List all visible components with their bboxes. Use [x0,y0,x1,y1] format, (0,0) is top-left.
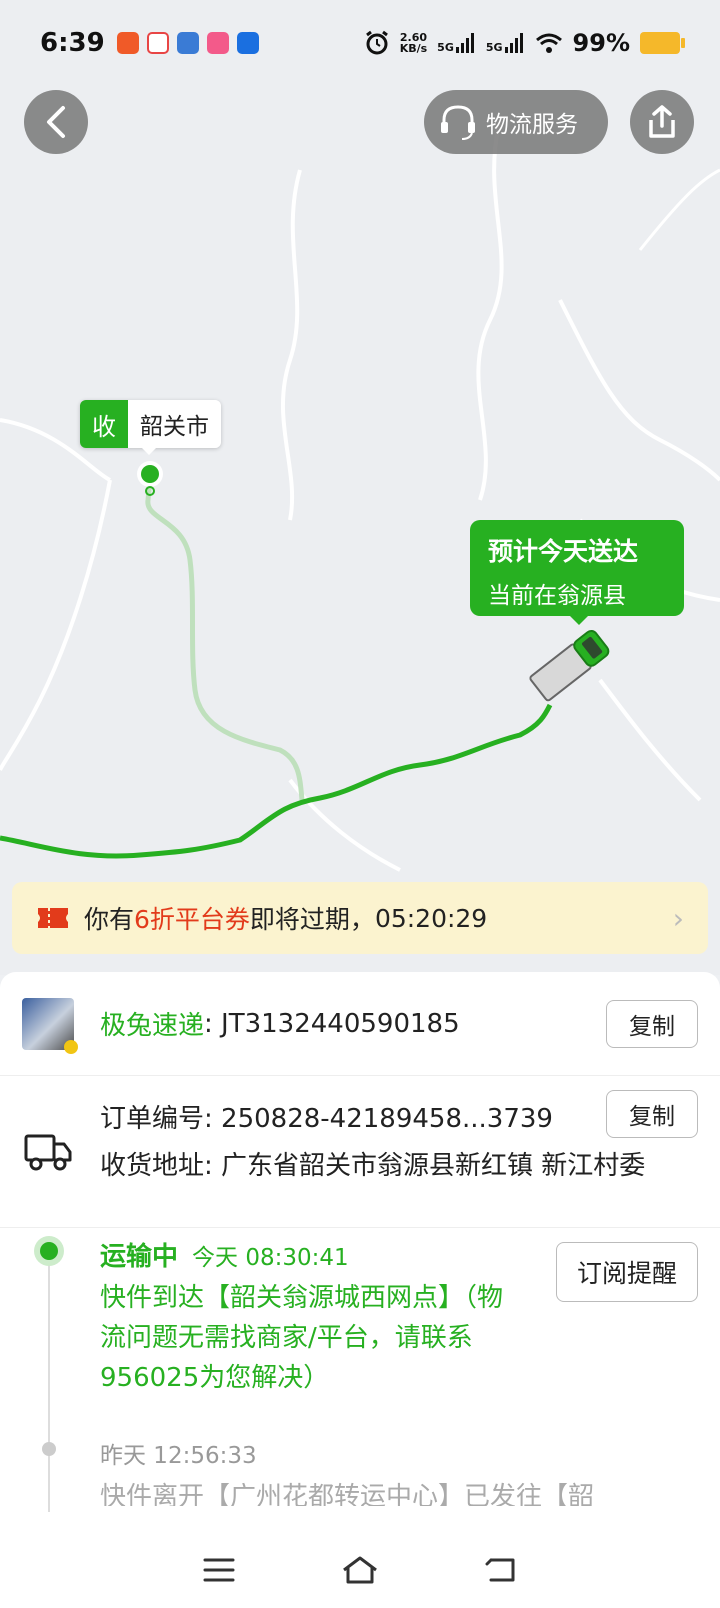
logistics-service-label: 物流服务 [486,112,578,138]
address-value: 广东省韶关市翁源县新红镇 新江村委 [221,1151,646,1181]
order-number-line: 订单编号: 250828-42189458...3739 [100,1098,553,1135]
timeline-line [48,1252,50,1512]
event-2-description: 快件离开【广州花都转运中心】已发往【韶 [100,1482,595,1506]
event-1-header: 运输中 今天 08:30:41 [100,1236,349,1273]
ticket-icon [38,908,68,928]
share-button[interactable] [630,90,694,154]
net-speed-unit: KB/s [399,42,428,55]
wifi-icon [535,33,562,53]
carrier-name: 极兔速递 [100,1011,205,1041]
order-info-row: 订单编号: 250828-42189458...3739 复制 收货地址: 广东… [0,1076,720,1228]
coupon-prefix: 你有 [84,905,135,934]
event-1-description: 快件到达【韶关翁源城西网点】（物流问题无需找商家/平台，请联系956025为您解… [100,1283,504,1393]
net-speed: 2.60 KB/s [400,32,427,54]
order-label: 订单编号: [100,1104,222,1134]
copy-tracking-button[interactable]: 复制 [606,1000,698,1048]
back-icon[interactable] [485,1556,517,1584]
event-2-time: 昨天 12:56:33 [100,1443,257,1469]
app-notification-icon [206,32,229,54]
alarm-icon [365,30,388,55]
past-route [145,479,305,801]
battery-icon [640,32,685,54]
status-bar: 6:39 2.60 KB/s 5G 5G 99% [0,0,720,86]
coupon-suffix: 即将过期， [249,905,375,934]
signal-1: 5G [437,33,476,53]
headset-icon [441,105,475,140]
receiver-city: 韶关市 [128,400,221,448]
menu-icon[interactable] [203,1557,235,1583]
coupon-highlight: 6折平台券 [134,905,250,934]
address-line: 收货地址: 广东省韶关市翁源县新红镇 新江村委 [100,1148,700,1184]
truck-icon [24,1134,72,1171]
system-nav-bar [0,1532,720,1608]
signal-bars-icon [504,33,523,53]
receiver-pointer [140,446,158,455]
signal-2: 5G [486,33,525,53]
copy-order-button[interactable]: 复制 [606,1090,698,1138]
address-label: 收货地址: [100,1151,222,1181]
subscribe-reminder-button[interactable]: 订阅提醒 [556,1242,698,1302]
logistics-service-button[interactable]: 物流服务 [424,90,608,154]
timeline-dot-current [34,1236,64,1266]
chevron-left-icon [47,106,65,138]
product-thumbnail[interactable] [22,997,78,1054]
network-type-2: 5G [485,41,503,54]
tracking-number: : JT3132440590185 [204,1008,460,1039]
status-time: 6:39 [40,28,105,58]
event-1-status: 运输中 [100,1242,179,1272]
battery-percent: 99% [572,29,630,57]
chevron-right-icon: › [672,901,684,935]
app-notification-icon [116,32,139,54]
share-icon [649,105,675,138]
carrier-row: 极兔速递 : JT3132440590185 复制 [0,972,720,1076]
receiver-tag: 收 [80,400,128,448]
app-notification-icon [236,32,259,54]
eta-bubble: 预计今天送达 当前在翁源县 [470,520,684,616]
shipment-card: 极兔速递 : JT3132440590185 复制 订单编号: 250828-4… [0,972,720,1532]
receiver-pin-icon [137,461,163,496]
network-type-1: 5G [437,41,454,54]
truck-marker-icon [529,629,610,702]
home-icon[interactable] [341,1555,379,1585]
active-route [0,703,553,859]
receiver-label: 收 韶关市 [80,400,221,448]
coupon-countdown: 05:20:29 [374,903,488,933]
order-number: 250828-42189458...3739 [221,1104,553,1134]
event-1-time: 今天 08:30:41 [192,1245,349,1271]
timeline-dot [42,1442,56,1456]
signal-bars-icon [455,33,474,53]
coupon-banner[interactable]: 你有 6折平台券 即将过期， 05:20:29 › [12,882,708,954]
map-app-icon [146,32,169,54]
map-roads [0,119,720,872]
app-notification-icon [176,32,199,54]
eta-title: 预计今天送达 [488,537,639,566]
map-view[interactable]: 收 韶关市 预计今天送达 当前在翁源县 [0,0,720,975]
back-button[interactable] [24,90,88,154]
eta-location: 当前在翁源县 [488,583,626,609]
